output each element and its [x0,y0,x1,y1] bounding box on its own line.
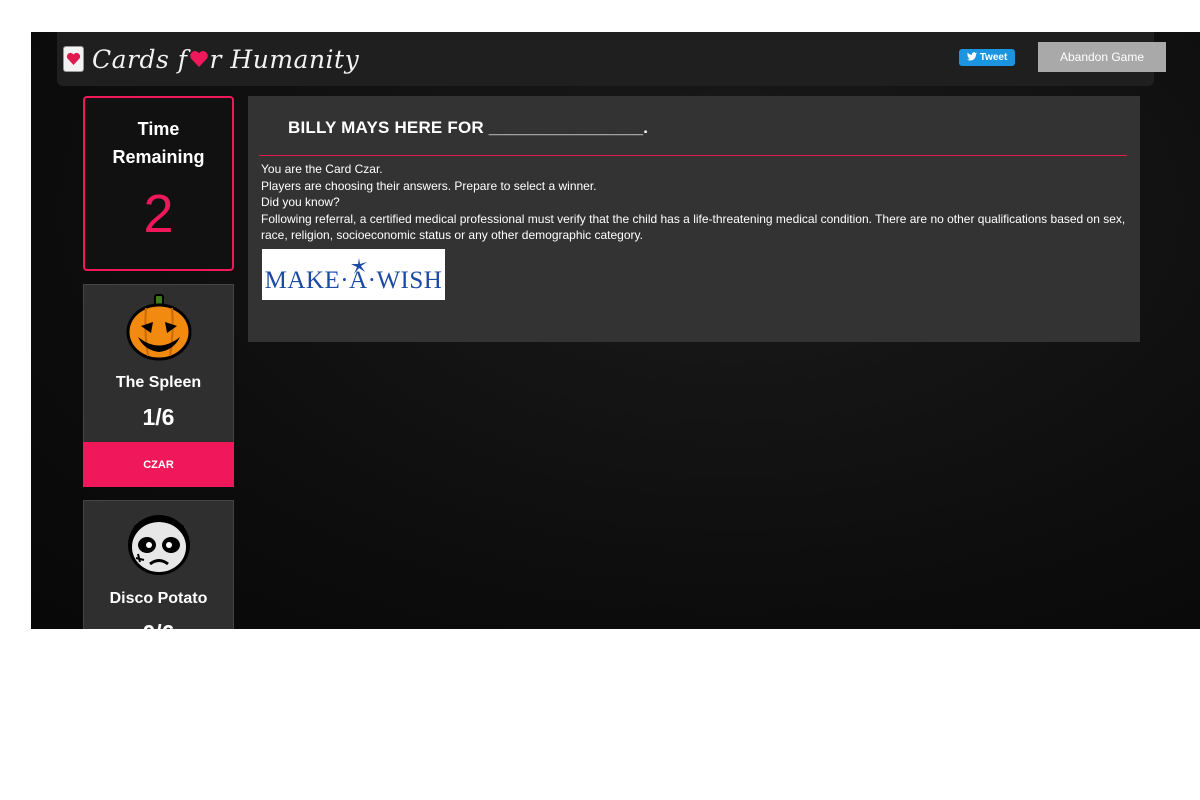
abandon-game-button[interactable]: Abandon Game [1038,42,1166,72]
timer-label-line2: Remaining [112,147,205,167]
player-name: Disco Potato [109,590,208,607]
black-card-prompt: BILLY MAYS HERE FOR ________________. [288,118,649,137]
status-info: You are the Card Czar. Players are choos… [261,161,1131,244]
pumpkin-icon [124,292,194,362]
status-czar: You are the Card Czar. [261,162,383,176]
twitter-bird-icon [966,51,977,64]
time-remaining-box: Time Remaining 2 [83,96,234,271]
top-navbar: Cards f r Humanity Tweet Abandon Game [57,32,1166,86]
divider [259,155,1127,156]
brand-logo[interactable]: Cards f r Humanity [63,43,359,75]
player-card: The Spleen 1/6 CZAR [83,284,234,487]
timer-value: 2 [143,184,174,244]
tweet-button[interactable]: Tweet [959,49,1015,66]
heart-icon [189,45,209,74]
star-icon [350,253,367,281]
player-score: 0/6 [84,620,233,629]
tweet-label: Tweet [979,52,1008,63]
game-panel: BILLY MAYS HERE FOR ________________. Yo… [248,96,1140,342]
player-name: The Spleen [115,374,202,391]
make-a-wish-logo: MAKE·A·WISH [262,249,445,300]
status-choosing: Players are choosing their answers. Prep… [261,178,597,193]
brand-text-suffix: r Humanity [209,44,360,74]
brand-text-prefix: Cards f [92,44,188,74]
czar-badge: CZAR [83,442,234,487]
fact-text: Following referral, a certified medical … [261,211,1126,243]
card-heart-icon [63,46,84,72]
masked-face-icon [124,508,194,578]
player-card: Disco Potato 0/6 [83,500,234,629]
player-score: 1/6 [142,404,175,430]
timer-label-line1: Time [137,119,180,139]
game-stage: Cards f r Humanity Tweet Abandon Game Ti… [31,32,1200,629]
did-you-know-heading: Did you know? [261,195,340,209]
